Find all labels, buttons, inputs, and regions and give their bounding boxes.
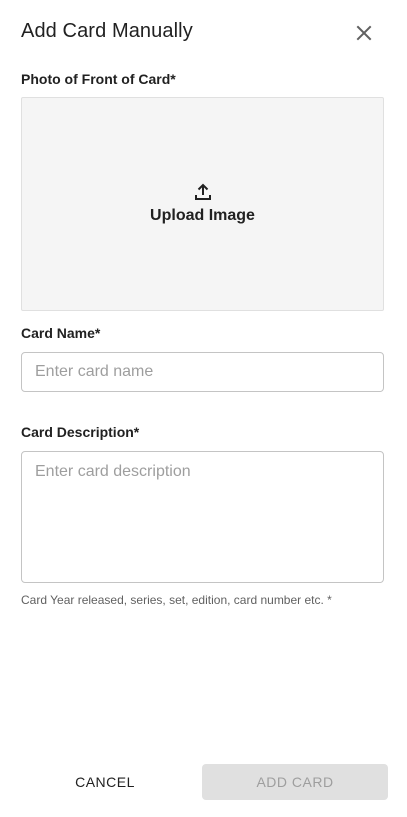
close-icon: [356, 25, 372, 41]
photo-label: Photo of Front of Card*: [21, 71, 176, 87]
upload-icon: [194, 183, 211, 200]
close-button[interactable]: [350, 19, 378, 47]
card-description-input[interactable]: [21, 451, 384, 583]
dialog-title: Add Card Manually: [21, 20, 193, 42]
upload-image-label: Upload Image: [150, 207, 255, 224]
card-name-label: Card Name*: [21, 325, 101, 341]
add-card-dialog: Add Card Manually Photo of Front of Card…: [0, 0, 407, 817]
upload-image-button[interactable]: Upload Image: [21, 97, 384, 311]
card-name-input[interactable]: [21, 352, 384, 392]
add-card-button[interactable]: ADD CARD: [202, 764, 388, 800]
card-description-helper-text: Card Year released, series, set, edition…: [21, 593, 332, 607]
card-description-label: Card Description*: [21, 424, 140, 440]
cancel-button[interactable]: CANCEL: [24, 764, 186, 800]
